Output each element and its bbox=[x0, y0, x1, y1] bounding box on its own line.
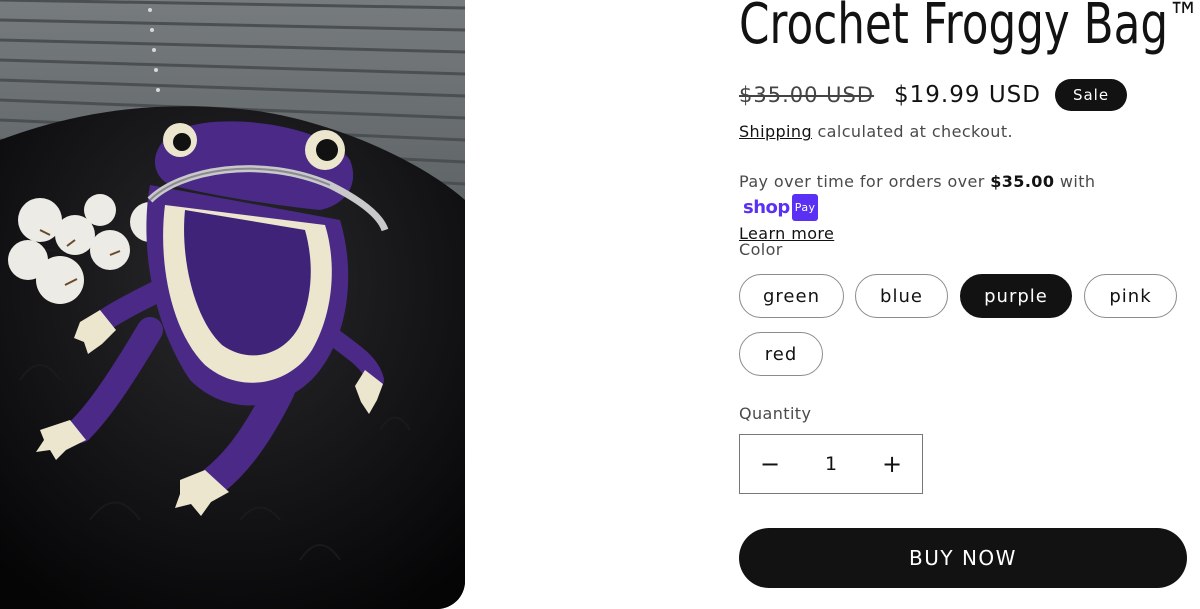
installments-with: with bbox=[1054, 172, 1096, 191]
color-label: Color bbox=[739, 240, 783, 259]
sale-price: $19.99 USD bbox=[894, 82, 1041, 108]
color-option-pink[interactable]: pink bbox=[1084, 274, 1177, 318]
shipping-link[interactable]: Shipping bbox=[739, 122, 812, 141]
regular-price: $35.00 USD bbox=[739, 83, 875, 107]
color-option-blue[interactable]: blue bbox=[855, 274, 948, 318]
color-option-red[interactable]: red bbox=[739, 332, 823, 376]
shop-pay-badge: Pay bbox=[791, 194, 819, 221]
installments-text: Pay over time for orders over bbox=[739, 172, 991, 191]
shipping-note: Shipping calculated at checkout. bbox=[739, 122, 1013, 141]
color-option-green[interactable]: green bbox=[739, 274, 844, 318]
quantity-stepper: − 1 + bbox=[739, 434, 923, 494]
shipping-text: calculated at checkout. bbox=[812, 122, 1014, 141]
trademark-symbol: ™ bbox=[1168, 0, 1200, 41]
installments-threshold: $35.00 bbox=[990, 172, 1055, 191]
color-option-purple[interactable]: purple bbox=[960, 274, 1072, 318]
decrease-quantity-button[interactable]: − bbox=[740, 435, 800, 493]
product-title-text: Crochet Froggy Bag bbox=[739, 0, 1169, 57]
quantity-input[interactable]: 1 bbox=[825, 453, 837, 475]
buy-now-button[interactable]: BUY NOW bbox=[739, 528, 1187, 588]
installments-banner: Pay over time for orders over $35.00 wit… bbox=[739, 169, 1179, 246]
crochet-frog-bag-illustration bbox=[0, 0, 465, 609]
product-title: Crochet Froggy Bag™ bbox=[739, 0, 1199, 57]
shop-pay-word: shop bbox=[743, 197, 790, 218]
sale-badge: Sale bbox=[1054, 79, 1128, 111]
product-image[interactable] bbox=[0, 0, 465, 609]
increase-quantity-button[interactable]: + bbox=[862, 435, 922, 493]
price-row: $35.00 USD $19.99 USD Sale bbox=[739, 78, 1128, 112]
quantity-label: Quantity bbox=[739, 404, 812, 423]
shop-pay-logo-icon: shop Pay bbox=[743, 194, 819, 221]
